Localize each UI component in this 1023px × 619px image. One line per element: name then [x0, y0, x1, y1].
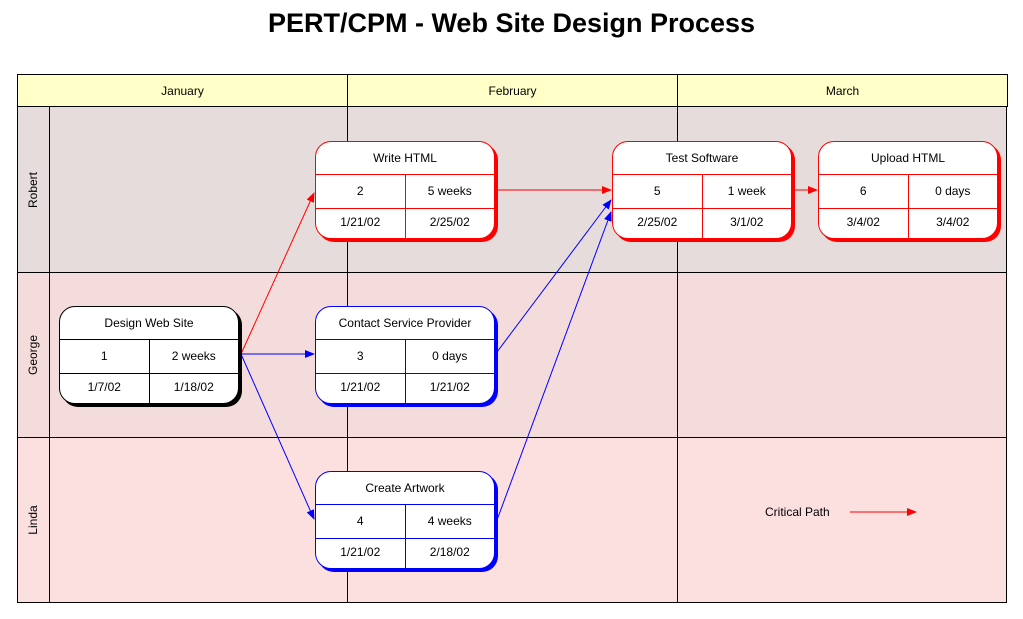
task-node-test-software[interactable]: Test Software 5 1 week 2/25/02 3/1/02	[612, 141, 792, 239]
task-name: Design Web Site	[104, 316, 194, 330]
lane-linda	[17, 438, 1007, 603]
task-start: 2/25/02	[613, 207, 703, 238]
task-node-write-html[interactable]: Write HTML 2 5 weeks 1/21/02 2/25/02	[315, 141, 495, 239]
task-name: Contact Service Provider	[338, 316, 472, 330]
lane-label-george: George	[26, 334, 40, 376]
column-header-march: March	[678, 74, 1008, 107]
task-node-create-artwork[interactable]: Create Artwork 4 4 weeks 1/21/02 2/18/02	[315, 471, 495, 569]
task-number: 2	[316, 175, 406, 208]
task-finish: 3/1/02	[730, 215, 764, 229]
column-header-february: February	[348, 74, 678, 107]
task-finish: 1/21/02	[429, 380, 470, 394]
task-start: 1/21/02	[316, 537, 406, 568]
task-duration: 1 week	[727, 184, 766, 198]
lane-label-cell-george: George	[17, 273, 50, 438]
task-start: 1/21/02	[316, 372, 406, 403]
task-name: Create Artwork	[365, 481, 445, 495]
legend-critical-path-label: Critical Path	[765, 505, 830, 519]
task-name: Write HTML	[373, 151, 437, 165]
task-number: 4	[316, 505, 406, 538]
task-start: 3/4/02	[819, 207, 909, 238]
task-number: 1	[60, 340, 150, 373]
task-duration: 0 days	[432, 349, 468, 363]
task-name: Upload HTML	[870, 151, 946, 165]
task-number: 3	[316, 340, 406, 373]
task-node-upload-html[interactable]: Upload HTML 6 0 days 3/4/02 3/4/02	[818, 141, 998, 239]
task-start: 1/7/02	[60, 372, 150, 403]
lane-label-cell-linda: Linda	[17, 438, 50, 603]
task-duration: 0 days	[935, 184, 971, 198]
task-finish: 2/25/02	[429, 215, 470, 229]
task-finish: 3/4/02	[936, 215, 970, 229]
task-name: Test Software	[665, 151, 739, 165]
task-duration: 4 weeks	[427, 514, 472, 528]
task-number: 5	[613, 175, 703, 208]
lane-label-cell-robert: Robert	[17, 107, 50, 273]
task-duration: 2 weeks	[171, 349, 216, 363]
task-number: 6	[819, 175, 909, 208]
column-header-january: January	[17, 74, 348, 107]
task-node-contact-service-provider[interactable]: Contact Service Provider 3 0 days 1/21/02…	[315, 306, 495, 404]
task-duration: 5 weeks	[427, 184, 472, 198]
lane-label-linda: Linda	[26, 505, 40, 535]
diagram-title: PERT/CPM - Web Site Design Process	[267, 8, 756, 38]
task-finish: 2/18/02	[429, 545, 470, 559]
task-finish: 1/18/02	[173, 380, 214, 394]
task-node-design-web-site[interactable]: Design Web Site 1 2 weeks 1/7/02 1/18/02	[59, 306, 239, 404]
lane-label-robert: Robert	[26, 171, 40, 208]
task-start: 1/21/02	[316, 207, 406, 238]
